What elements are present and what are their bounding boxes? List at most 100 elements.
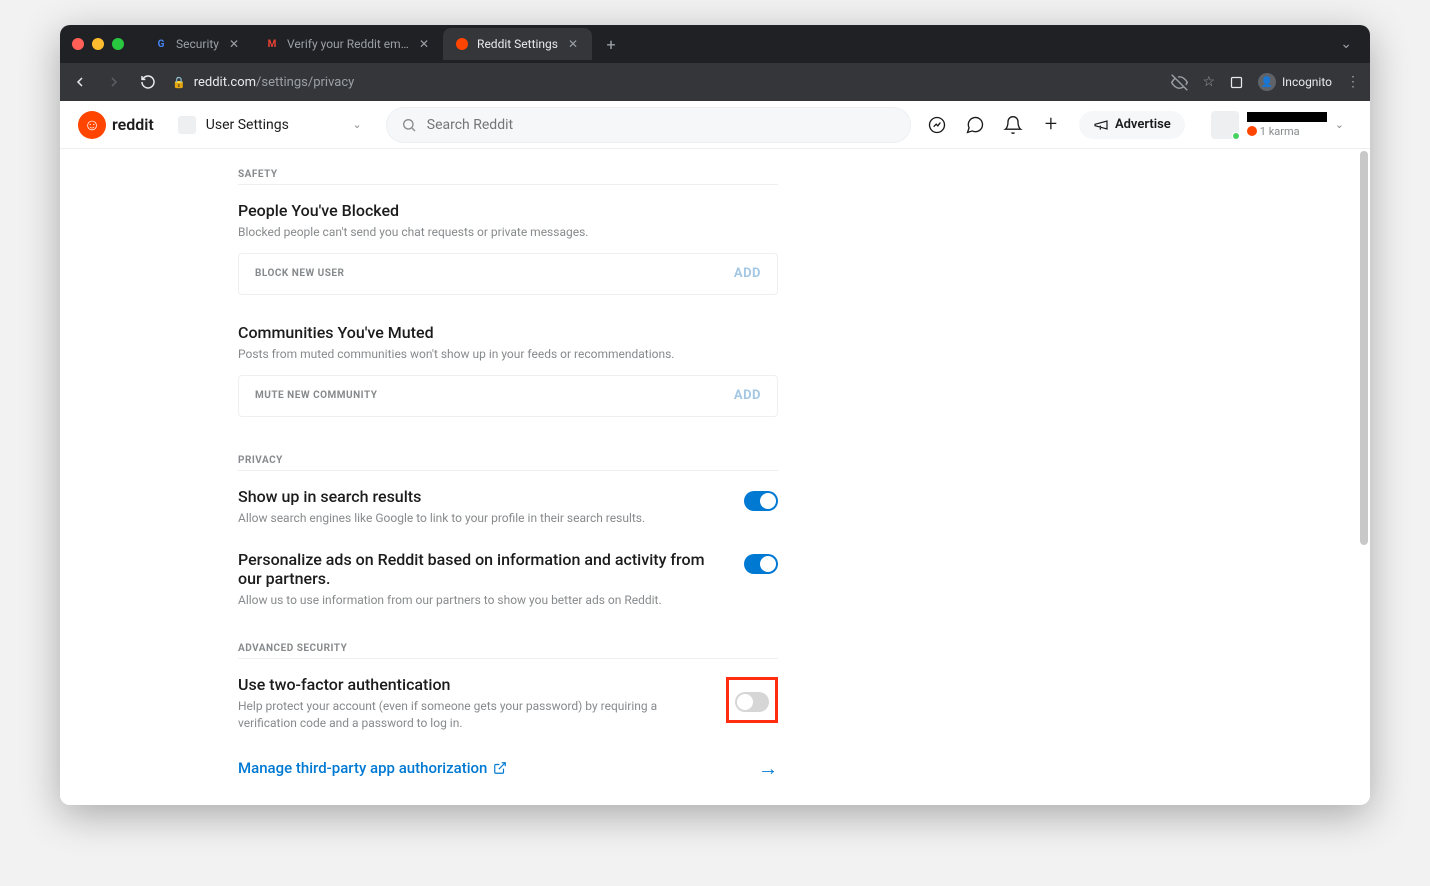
extensions-icon[interactable] <box>1229 75 1244 90</box>
google-favicon: G <box>154 37 168 51</box>
user-avatar <box>1211 111 1239 139</box>
ads-desc: Allow us to use information from our par… <box>238 592 724 609</box>
muted-title: Communities You've Muted <box>238 323 778 342</box>
tab-label: Verify your Reddit email addre <box>287 37 409 51</box>
close-tab-icon[interactable]: ✕ <box>566 37 580 51</box>
mute-add-button[interactable]: ADD <box>734 388 761 403</box>
minimize-window[interactable] <box>92 38 104 50</box>
chat-icon[interactable] <box>965 115 985 135</box>
twofa-row: Use two-factor authentication Help prote… <box>238 675 778 732</box>
toolbar-right: ☆ 👤 Incognito ⋮ <box>1171 73 1360 91</box>
settings-content: SAFETY People You've Blocked Blocked peo… <box>60 149 1370 805</box>
section-heading-privacy: PRIVACY <box>238 445 778 471</box>
search-icon <box>401 117 417 133</box>
reload-button[interactable] <box>138 72 158 92</box>
back-button[interactable] <box>70 72 90 92</box>
bookmark-star-icon[interactable]: ☆ <box>1202 74 1215 90</box>
muted-desc: Posts from muted communities won't show … <box>238 346 778 363</box>
search-desc: Allow search engines like Google to link… <box>238 510 724 527</box>
twofa-title: Use two-factor authentication <box>238 675 706 694</box>
chevron-down-icon: ⌄ <box>353 118 362 131</box>
mute-placeholder: MUTE NEW COMMUNITY <box>255 390 377 401</box>
tab-security[interactable]: G Security ✕ <box>142 28 253 60</box>
tab-strip: G Security ✕ M Verify your Reddit email … <box>142 25 624 63</box>
forward-button[interactable] <box>104 72 124 92</box>
search-results-row: Show up in search results Allow search e… <box>238 487 778 527</box>
community-selector[interactable]: User Settings ⌄ <box>170 112 370 138</box>
incognito-icon: 👤 <box>1258 73 1276 91</box>
tab-gmail[interactable]: M Verify your Reddit email addre ✕ <box>253 28 443 60</box>
reddit-header: ☺ reddit User Settings ⌄ + Advertise <box>60 101 1370 149</box>
blocked-title: People You've Blocked <box>238 201 778 220</box>
tab-label: Security <box>176 37 219 51</box>
eye-off-icon[interactable] <box>1171 74 1188 91</box>
tab-label: Reddit Settings <box>477 37 558 51</box>
tabs-dropdown-icon[interactable]: ⌄ <box>1334 36 1358 52</box>
close-window[interactable] <box>72 38 84 50</box>
twofa-toggle[interactable] <box>735 692 769 712</box>
twofa-desc: Help protect your account (even if someo… <box>238 698 706 732</box>
advertise-button[interactable]: Advertise <box>1079 111 1185 139</box>
external-link-icon <box>493 761 507 775</box>
url-field[interactable]: 🔒 reddit.com/settings/privacy <box>172 75 1157 90</box>
notifications-icon[interactable] <box>1003 115 1023 135</box>
window-controls <box>72 38 124 50</box>
muted-communities-row: Communities You've Muted Posts from mute… <box>238 323 778 417</box>
twofa-highlight <box>726 677 778 723</box>
snoo-icon: ☺ <box>78 111 106 139</box>
reddit-favicon <box>455 37 469 51</box>
lock-icon: 🔒 <box>172 76 186 89</box>
section-heading-safety: SAFETY <box>238 159 778 185</box>
new-tab-button[interactable]: + <box>598 31 624 57</box>
gmail-favicon: M <box>265 37 279 51</box>
close-tab-icon[interactable]: ✕ <box>417 37 431 51</box>
mute-community-input[interactable]: MUTE NEW COMMUNITY ADD <box>238 375 778 417</box>
maximize-window[interactable] <box>112 38 124 50</box>
section-heading-advsec: ADVANCED SECURITY <box>238 633 778 659</box>
karma-text: 1 karma <box>1260 125 1300 138</box>
search-results-toggle[interactable] <box>744 491 778 511</box>
personalize-ads-row: Personalize ads on Reddit based on infor… <box>238 550 778 609</box>
popular-icon[interactable] <box>927 115 947 135</box>
incognito-chip[interactable]: 👤 Incognito <box>1258 73 1332 91</box>
address-bar: 🔒 reddit.com/settings/privacy ☆ 👤 Incogn… <box>60 63 1370 101</box>
reddit-search[interactable] <box>386 107 911 143</box>
advertise-label: Advertise <box>1115 117 1171 132</box>
chevron-down-icon: ⌄ <box>1335 118 1344 131</box>
personalize-ads-toggle[interactable] <box>744 554 778 574</box>
titlebar: G Security ✕ M Verify your Reddit email … <box>60 25 1370 63</box>
scrollbar[interactable] <box>1360 151 1368 545</box>
tab-reddit-settings[interactable]: Reddit Settings ✕ <box>443 28 592 60</box>
block-placeholder: BLOCK NEW USER <box>255 268 344 279</box>
ads-title: Personalize ads on Reddit based on infor… <box>238 550 724 588</box>
online-indicator <box>1232 132 1240 140</box>
reddit-logo[interactable]: ☺ reddit <box>78 111 154 139</box>
kebab-menu-icon[interactable]: ⋮ <box>1346 74 1360 90</box>
url-path: /settings/privacy <box>256 75 354 90</box>
create-post-icon[interactable]: + <box>1041 115 1061 135</box>
user-info: 1 karma <box>1247 112 1327 138</box>
manage-apps-row: Manage third-party app authorization → <box>238 756 778 781</box>
manage-apps-link[interactable]: Manage third-party app authorization <box>238 759 507 777</box>
megaphone-icon <box>1093 117 1109 133</box>
block-add-button[interactable]: ADD <box>734 266 761 281</box>
url-domain: reddit.com <box>194 75 256 90</box>
incognito-label: Incognito <box>1282 75 1332 89</box>
selector-label: User Settings <box>206 117 289 133</box>
page: ☺ reddit User Settings ⌄ + Advertise <box>60 101 1370 805</box>
block-user-input[interactable]: BLOCK NEW USER ADD <box>238 253 778 295</box>
karma-icon <box>1247 126 1257 136</box>
blocked-users-row: People You've Blocked Blocked people can… <box>238 201 778 295</box>
browser-window: G Security ✕ M Verify your Reddit email … <box>60 25 1370 805</box>
selector-avatar <box>178 116 196 134</box>
karma-row: 1 karma <box>1247 125 1327 138</box>
header-icons: + Advertise 1 karma ⌄ <box>927 107 1352 143</box>
manage-apps-text: Manage third-party app authorization <box>238 759 487 777</box>
arrow-right-icon[interactable]: → <box>758 756 778 781</box>
user-menu[interactable]: 1 karma ⌄ <box>1203 107 1352 143</box>
reddit-wordmark: reddit <box>112 115 154 134</box>
username-redacted <box>1247 112 1327 122</box>
search-input[interactable] <box>427 117 896 133</box>
close-tab-icon[interactable]: ✕ <box>227 37 241 51</box>
blocked-desc: Blocked people can't send you chat reque… <box>238 224 778 241</box>
